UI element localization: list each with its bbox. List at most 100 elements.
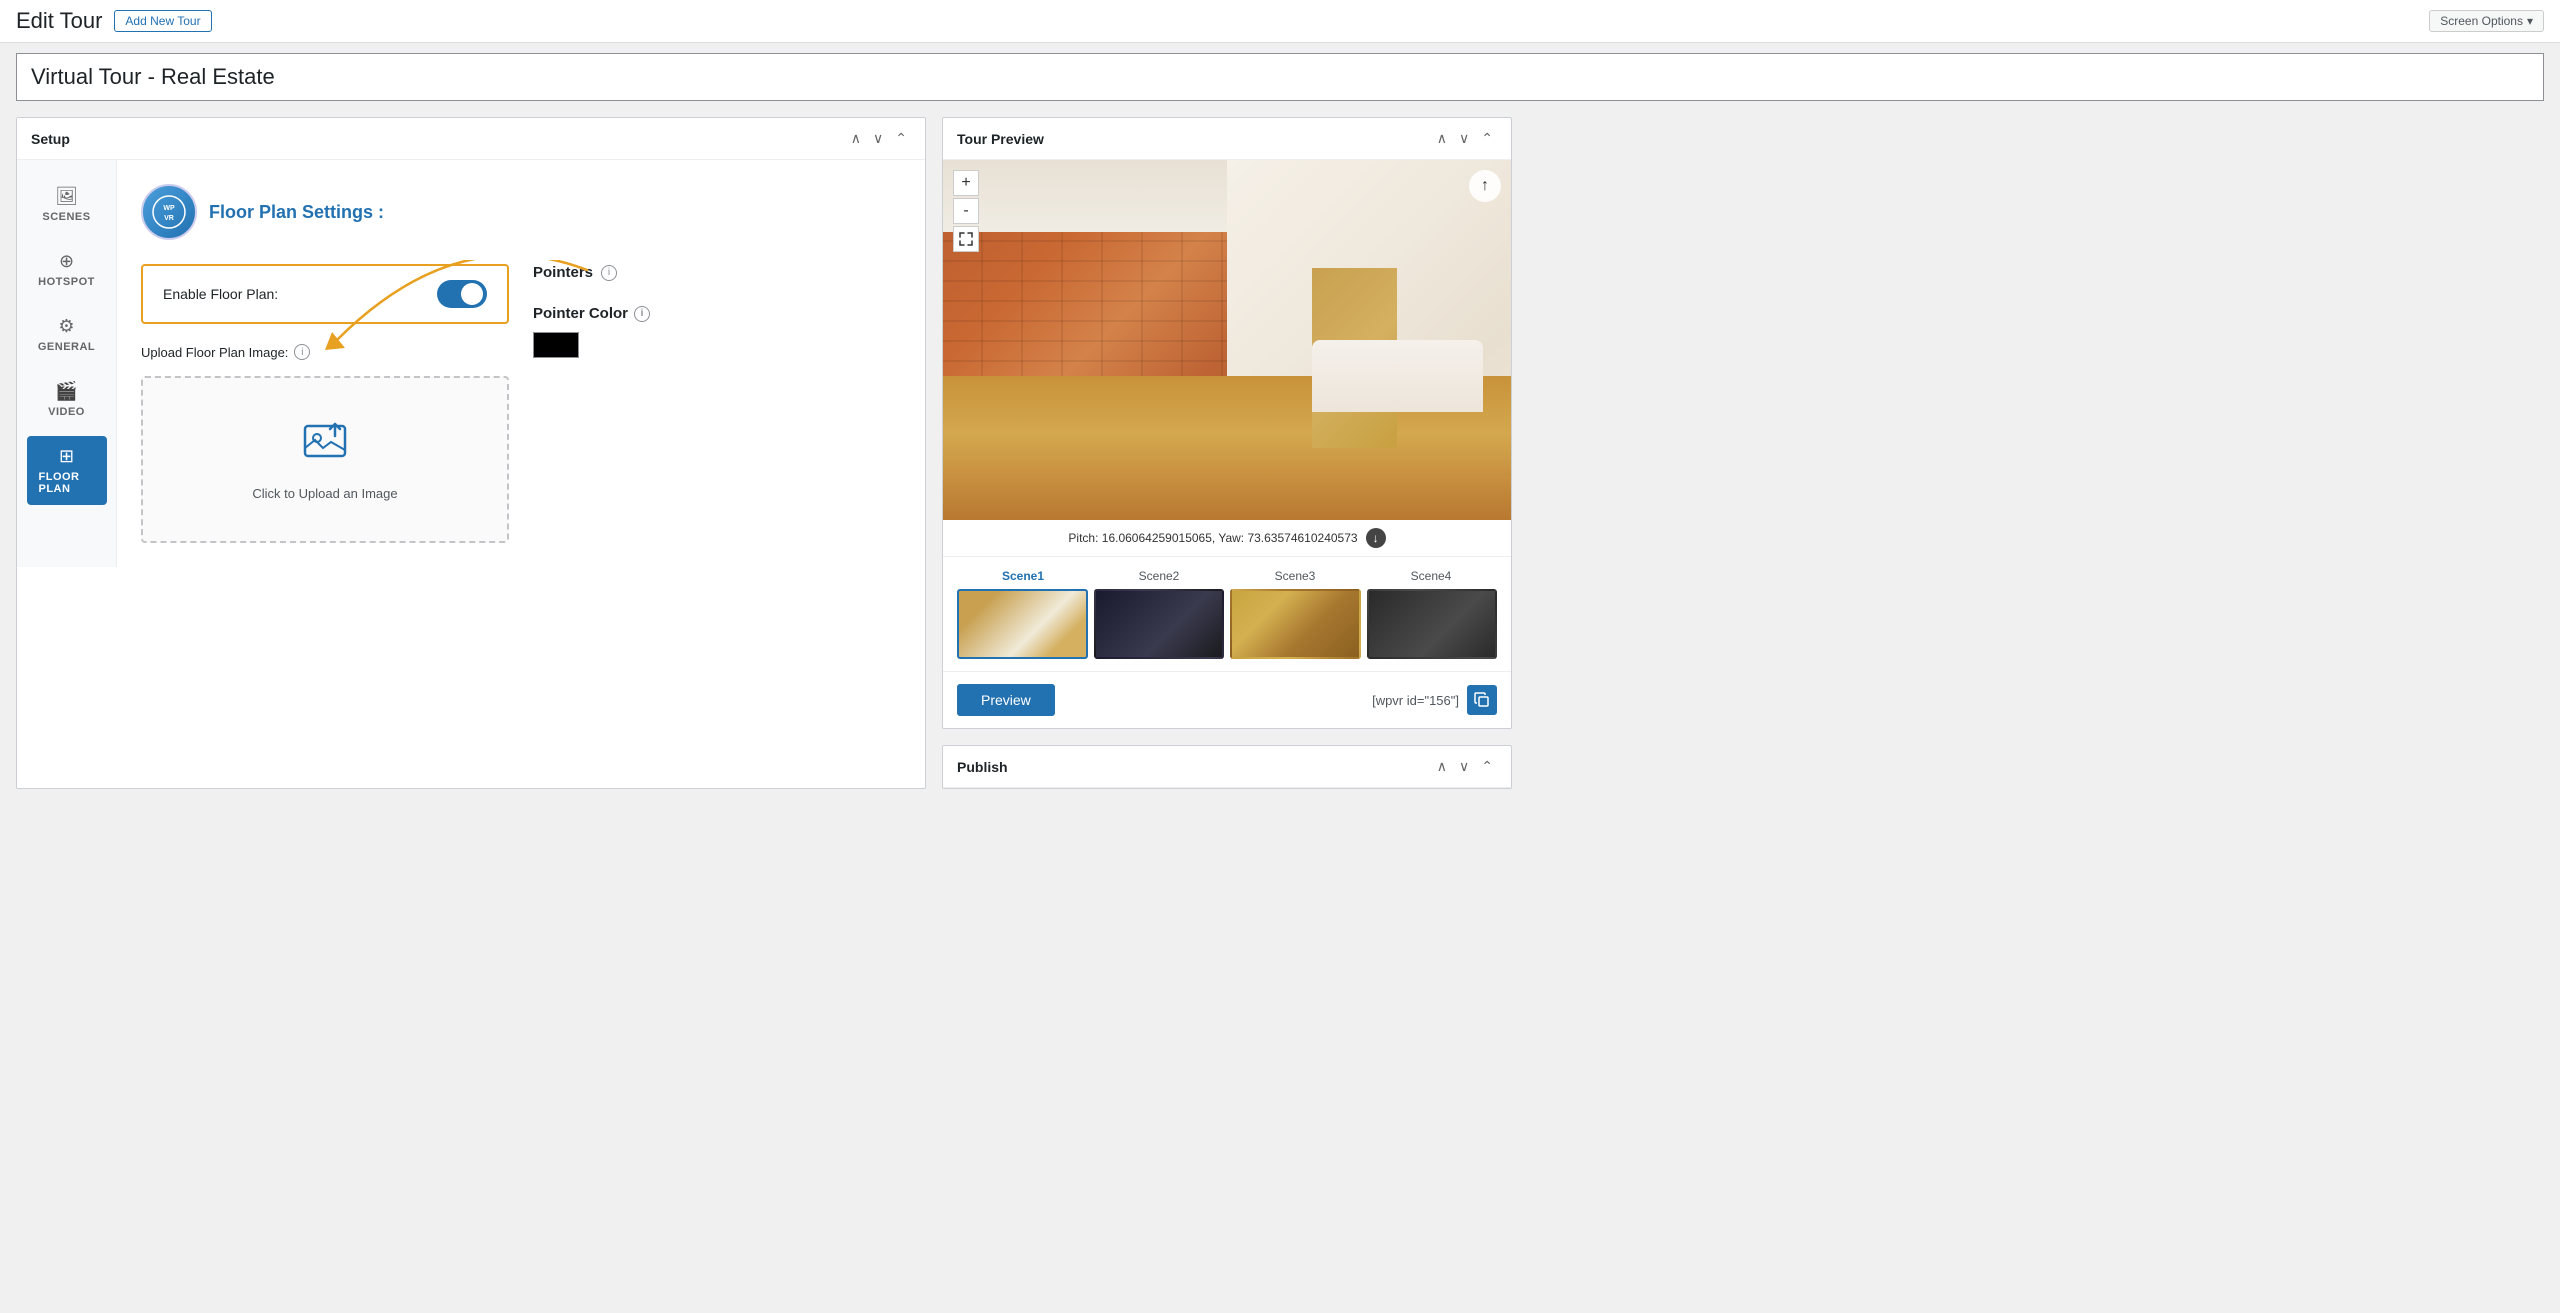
room-scene xyxy=(943,160,1511,520)
upload-click-text: Click to Upload an Image xyxy=(163,486,487,501)
scene3-label: Scene3 xyxy=(1229,569,1361,583)
top-bar: Edit Tour Add New Tour Screen Options ▾ xyxy=(0,0,2560,43)
scene4-label: Scene4 xyxy=(1365,569,1497,583)
scenes-strip-thumbs xyxy=(957,589,1497,659)
publish-collapse-button[interactable]: ⌃ xyxy=(1477,756,1497,777)
sidebar-item-general[interactable]: ⚙ GENERAL xyxy=(27,306,107,363)
hotspot-icon: ⊕ xyxy=(59,251,74,272)
pointer-color-label: Pointer Color i xyxy=(533,305,901,322)
upload-info-icon: i xyxy=(294,344,310,360)
upload-floor-plan-label: Upload Floor Plan Image: xyxy=(141,345,288,360)
scene1-thumb[interactable] xyxy=(957,589,1088,659)
left-panel-body: 🖼 SCENES ⊕ HOTSPOT ⚙ GENERAL 🎬 VIDEO ⊞ xyxy=(17,160,925,567)
scene1-label: Scene1 xyxy=(957,569,1089,583)
publish-panel-controls: ∧ ∨ ⌃ xyxy=(1433,756,1497,777)
hotspot-label: HOTSPOT xyxy=(38,276,95,288)
tour-preview-title: Tour Preview xyxy=(957,131,1044,147)
enable-floor-plan-toggle[interactable] xyxy=(437,280,487,308)
floor-plan-grid: Enable Floor Plan: Upload Floor Plan Ima… xyxy=(141,264,901,543)
sofa xyxy=(1312,340,1482,412)
toggle-slider xyxy=(437,280,487,308)
preview-up-button[interactable]: ∧ xyxy=(1433,128,1451,149)
shortcode-text: [wpvr id="156"] xyxy=(1372,693,1459,708)
pointers-row: Pointers i xyxy=(533,264,901,281)
sidebar-item-scenes[interactable]: 🖼 SCENES xyxy=(27,176,107,233)
sidebar-item-video[interactable]: 🎬 VIDEO xyxy=(27,371,107,428)
pitch-yaw-text: Pitch: 16.06064259015065, Yaw: 73.635746… xyxy=(1068,531,1357,545)
floor-plan-icon: ⊞ xyxy=(59,446,74,467)
scene3-thumb[interactable] xyxy=(1230,589,1361,659)
preview-button[interactable]: Preview xyxy=(957,684,1055,716)
preview-panel-header: Tour Preview ∧ ∨ ⌃ xyxy=(943,118,1511,160)
copy-shortcode-button[interactable] xyxy=(1467,685,1497,715)
chevron-down-icon: ▾ xyxy=(2527,14,2533,28)
top-bar-left: Edit Tour Add New Tour xyxy=(16,8,212,34)
pointer-color-swatch[interactable] xyxy=(533,332,579,358)
north-arrow: ↑ xyxy=(1469,170,1501,202)
svg-text:WP: WP xyxy=(163,205,175,212)
wpvr-header-row: WP VR Floor Plan Settings : xyxy=(141,184,901,240)
publish-panel: Publish ∧ ∨ ⌃ xyxy=(942,745,1512,789)
sidebar-item-hotspot[interactable]: ⊕ HOTSPOT xyxy=(27,241,107,298)
scene2-thumb[interactable] xyxy=(1094,589,1225,659)
tour-title-bar xyxy=(16,53,2544,101)
download-icon[interactable]: ↓ xyxy=(1366,528,1386,548)
publish-panel-header: Publish ∧ ∨ ⌃ xyxy=(943,746,1511,788)
shortcode-area: [wpvr id="156"] xyxy=(1372,685,1497,715)
floor-plan-right-col: Pointers i Pointer Color i xyxy=(533,264,901,543)
screen-options-button[interactable]: Screen Options ▾ xyxy=(2429,10,2544,32)
wpvr-logo: WP VR xyxy=(141,184,197,240)
preview-image-container: + - ↑ xyxy=(943,160,1511,520)
publish-up-button[interactable]: ∧ xyxy=(1433,756,1451,777)
upload-image-area[interactable]: Click to Upload an Image xyxy=(141,376,509,543)
expand-button[interactable] xyxy=(953,226,979,252)
sidebar-nav: 🖼 SCENES ⊕ HOTSPOT ⚙ GENERAL 🎬 VIDEO ⊞ xyxy=(17,160,117,567)
svg-text:VR: VR xyxy=(164,215,174,222)
preview-panel-controls: ∧ ∨ ⌃ xyxy=(1433,128,1497,149)
general-label: GENERAL xyxy=(38,341,95,353)
pointers-info-icon: i xyxy=(601,265,617,281)
zoom-in-button[interactable]: + xyxy=(953,170,979,196)
pointer-color-section: Pointer Color i xyxy=(533,305,901,358)
upload-icon xyxy=(163,418,487,476)
floor-plan-left-col: Enable Floor Plan: Upload Floor Plan Ima… xyxy=(141,264,509,543)
pitch-yaw-bar: Pitch: 16.06064259015065, Yaw: 73.635746… xyxy=(943,520,1511,557)
zoom-out-button[interactable]: - xyxy=(953,198,979,224)
map-controls: + - xyxy=(953,170,979,252)
floor-plan-content: WP VR Floor Plan Settings : Ena xyxy=(117,160,925,567)
video-icon: 🎬 xyxy=(55,381,77,402)
scenes-icon: 🖼 xyxy=(55,186,78,207)
panel-down-button[interactable]: ∨ xyxy=(869,128,887,149)
scenes-strip: Scene1 Scene2 Scene3 Scene4 xyxy=(943,557,1511,672)
pointers-label: Pointers xyxy=(533,264,593,281)
scene2-label: Scene2 xyxy=(1093,569,1225,583)
panel-controls: ∧ ∨ ⌃ xyxy=(847,128,911,149)
preview-collapse-button[interactable]: ⌃ xyxy=(1477,128,1497,149)
pointer-color-row xyxy=(533,332,901,358)
publish-title: Publish xyxy=(957,759,1008,775)
scenes-strip-labels: Scene1 Scene2 Scene3 Scene4 xyxy=(957,569,1497,583)
publish-down-button[interactable]: ∨ xyxy=(1455,756,1473,777)
preview-down-button[interactable]: ∨ xyxy=(1455,128,1473,149)
page-title: Edit Tour xyxy=(16,8,102,34)
setup-panel: Setup ∧ ∨ ⌃ 🖼 SCENES ⊕ HOTSPOT ⚙ xyxy=(16,117,926,789)
upload-label-row: Upload Floor Plan Image: i xyxy=(141,344,509,360)
enable-floor-plan-label: Enable Floor Plan: xyxy=(163,286,278,302)
add-new-button[interactable]: Add New Tour xyxy=(114,10,211,32)
right-panel: Tour Preview ∧ ∨ ⌃ xyxy=(942,117,1512,789)
enable-floor-plan-box: Enable Floor Plan: xyxy=(141,264,509,324)
general-icon: ⚙ xyxy=(58,316,74,337)
panel-up-button[interactable]: ∧ xyxy=(847,128,865,149)
setup-panel-title: Setup xyxy=(31,131,70,147)
preview-actions: Preview [wpvr id="156"] xyxy=(943,672,1511,728)
main-content: Setup ∧ ∨ ⌃ 🖼 SCENES ⊕ HOTSPOT ⚙ xyxy=(0,117,2560,805)
floor-plan-label: FLOOR PLAN xyxy=(39,471,95,495)
scenes-label: SCENES xyxy=(42,211,90,223)
pointer-color-info-icon2: i xyxy=(634,306,650,322)
floor-plan-section-title: Floor Plan Settings : xyxy=(209,202,384,223)
tour-title-input[interactable] xyxy=(17,54,2543,100)
sidebar-item-floor-plan[interactable]: ⊞ FLOOR PLAN xyxy=(27,436,107,505)
tour-preview-panel: Tour Preview ∧ ∨ ⌃ xyxy=(942,117,1512,729)
scene4-thumb[interactable] xyxy=(1367,589,1498,659)
panel-collapse-button[interactable]: ⌃ xyxy=(891,128,911,149)
